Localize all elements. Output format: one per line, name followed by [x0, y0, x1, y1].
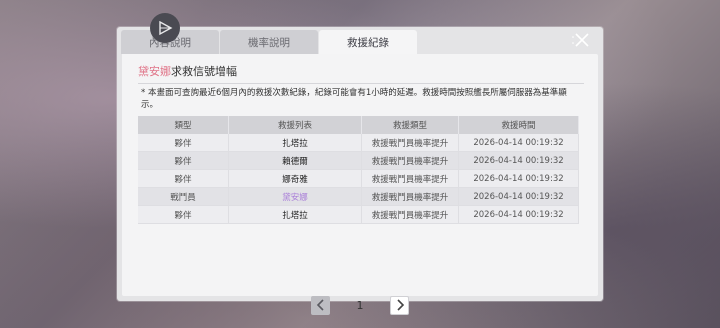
prev-page-button[interactable]: [311, 295, 330, 315]
title-character-name: 黛安娜: [138, 65, 171, 78]
rescue-records-table: 類型 救援列表 救援類型 救援時間 夥伴 扎塔拉 救援戰鬥員機率提升 2026-…: [138, 116, 579, 224]
cell-rescue-type: 救援戰鬥員機率提升: [361, 187, 459, 206]
table-row: 夥伴 扎塔拉 救援戰鬥員機率提升 2026-04-14 00:19:32: [138, 205, 579, 224]
cell-time: 2026-04-14 00:19:32: [458, 169, 579, 188]
notice-text: * 本畫面可查詢最近6個月內的救援次數紀錄，紀錄可能會有1小時的延遲。救援時間按…: [141, 88, 567, 110]
cell-name: 扎塔拉: [228, 134, 362, 152]
tab-rescue-records[interactable]: 救援紀錄: [319, 30, 417, 55]
next-page-button[interactable]: [390, 295, 409, 315]
title-divider: [138, 83, 584, 84]
cell-type: 夥伴: [138, 169, 229, 188]
close-x-icon: [572, 33, 589, 47]
cell-type: 戰鬥員: [138, 187, 229, 206]
close-button[interactable]: [571, 31, 593, 49]
table-row: 夥伴 賴德爾 救援戰鬥員機率提升 2026-04-14 00:19:32: [138, 151, 579, 170]
cell-time: 2026-04-14 00:19:32: [458, 134, 579, 152]
table-row: 戰鬥員 黛安娜 救援戰鬥員機率提升 2026-04-14 00:19:32: [138, 187, 579, 206]
chevron-left-icon: [316, 299, 324, 311]
header-rescue-time: 救援時間: [458, 116, 579, 134]
table-row: 夥伴 娜奇雅 救援戰鬥員機率提升 2026-04-14 00:19:32: [138, 169, 579, 188]
table-header-row: 類型 救援列表 救援類型 救援時間: [138, 116, 579, 134]
panel-title: 黛安娜求救信號增幅: [138, 63, 237, 79]
cell-name: 黛安娜: [228, 187, 362, 206]
cell-rescue-type: 救援戰鬥員機率提升: [361, 205, 459, 224]
cell-type: 夥伴: [138, 205, 229, 224]
chevron-right-icon: [396, 299, 404, 311]
tab-probability[interactable]: 機率說明: [220, 30, 318, 54]
rescue-dialog: 內容說明 機率說明 救援紀錄 黛安娜求救信號增幅 * 本畫面可查詢最近6個月內的…: [117, 13, 603, 315]
cell-name: 娜奇雅: [228, 169, 362, 188]
cell-time: 2026-04-14 00:19:32: [458, 151, 579, 170]
play-triangle-icon[interactable]: [150, 13, 180, 43]
page-number: 1: [356, 298, 364, 312]
pagination: 1: [122, 295, 598, 315]
cell-rescue-type: 救援戰鬥員機率提升: [361, 151, 459, 170]
header-rescue-list: 救援列表: [228, 116, 362, 134]
title-text: 求救信號增幅: [171, 65, 237, 78]
cell-type: 夥伴: [138, 151, 229, 170]
header-rescue-type: 救援類型: [361, 116, 459, 134]
header-type: 類型: [138, 116, 229, 134]
table-row: 夥伴 扎塔拉 救援戰鬥員機率提升 2026-04-14 00:19:32: [138, 134, 579, 152]
cell-name: 賴德爾: [228, 151, 362, 170]
cell-time: 2026-04-14 00:19:32: [458, 187, 579, 206]
cell-rescue-type: 救援戰鬥員機率提升: [361, 134, 459, 152]
cell-time: 2026-04-14 00:19:32: [458, 205, 579, 224]
cell-type: 夥伴: [138, 134, 229, 152]
cell-rescue-type: 救援戰鬥員機率提升: [361, 169, 459, 188]
rescue-records-panel: 黛安娜求救信號增幅 * 本畫面可查詢最近6個月內的救援次數紀錄，紀錄可能會有1小…: [122, 54, 598, 315]
cell-name: 扎塔拉: [228, 205, 362, 224]
